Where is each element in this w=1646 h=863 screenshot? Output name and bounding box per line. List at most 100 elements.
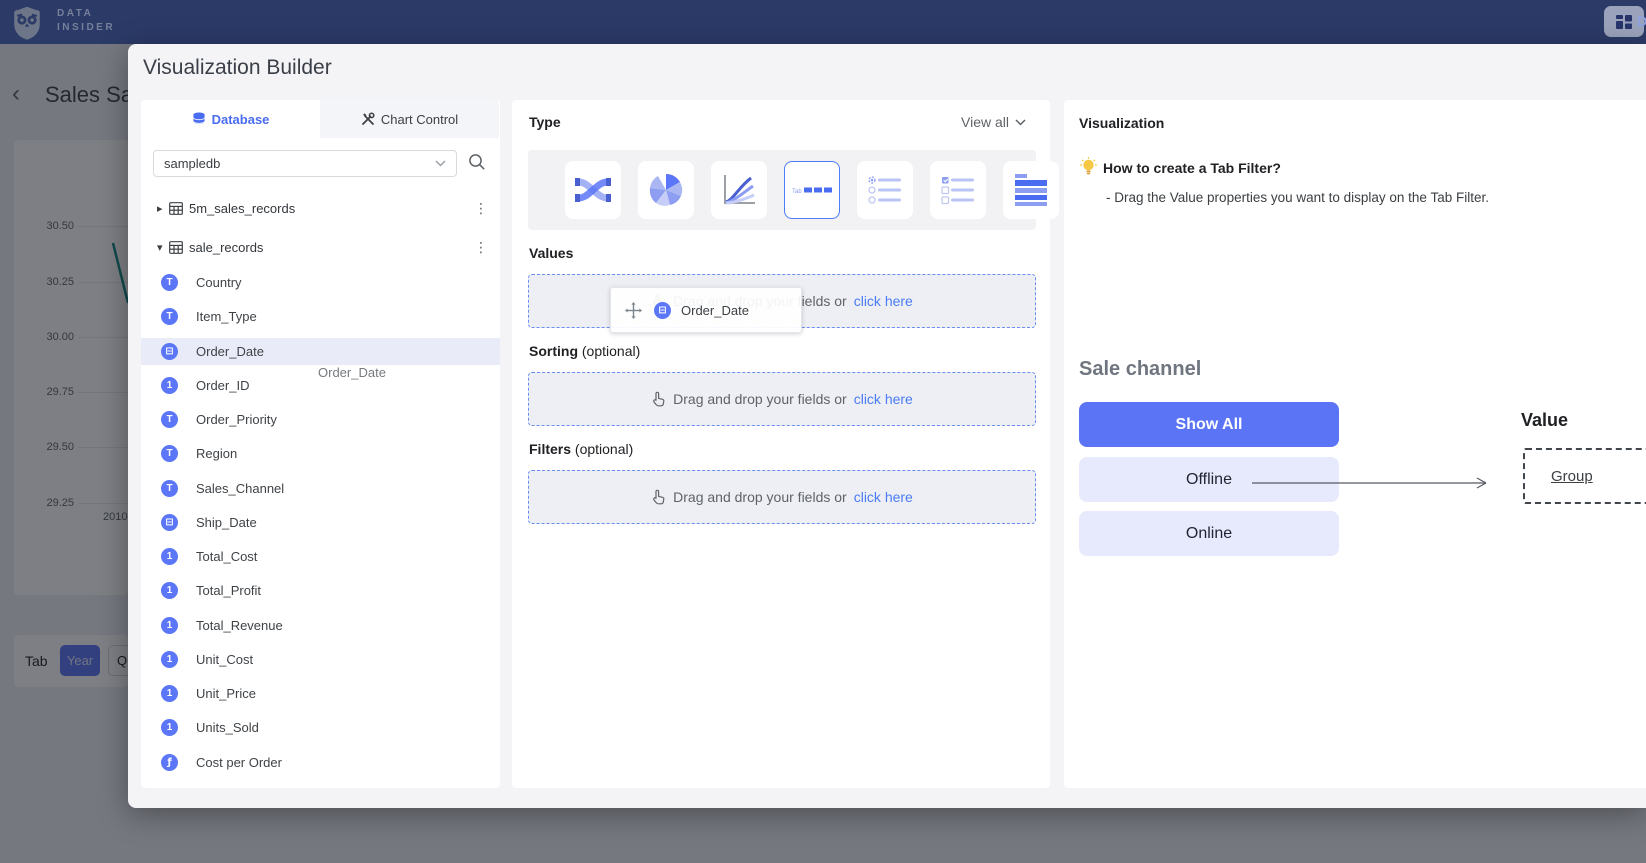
navbar-right-text[interactable]: D	[1637, 13, 1646, 29]
database-select[interactable]: sampledb	[153, 150, 457, 177]
number-field-icon: 1	[161, 617, 178, 634]
field-row-selected[interactable]: ⊟ Order_Date	[141, 338, 500, 365]
text-field-icon: T	[161, 445, 178, 462]
kebab-menu-icon[interactable]: ⋮	[474, 201, 488, 217]
click-here-link[interactable]: click here	[854, 489, 913, 505]
text-field-icon: T	[161, 411, 178, 428]
tab-option-show-all[interactable]: Show All	[1079, 402, 1339, 447]
chart-type-table[interactable]	[1003, 161, 1059, 219]
drag-ghost-label: Order_Date	[318, 365, 386, 380]
caret-down-icon[interactable]: ▾	[157, 241, 169, 254]
annotation-arrow	[1252, 475, 1497, 491]
sorting-section-label: Sorting (optional)	[529, 343, 640, 359]
view-all-button[interactable]: View all	[961, 114, 1026, 130]
tab-option-online[interactable]: Online	[1079, 511, 1339, 556]
number-field-icon: 1	[161, 548, 178, 565]
radio-filter-icon	[867, 174, 903, 206]
field-row[interactable]: T Region	[141, 440, 500, 467]
caret-right-icon[interactable]: ▸	[157, 202, 169, 215]
field-row[interactable]: T Sales_Channel	[141, 475, 500, 502]
date-field-icon: ⊟	[161, 514, 178, 531]
annotation-group-box: Group	[1523, 448, 1646, 504]
field-label: Unit_Price	[196, 686, 256, 701]
kebab-menu-icon[interactable]: ⋮	[474, 240, 488, 256]
tools-icon	[361, 112, 375, 126]
chart-config-panel: Type View all	[512, 100, 1050, 788]
table-row-5m-sales-records[interactable]: ▸ 5m_sales_records ⋮	[141, 195, 500, 222]
drag-hand-icon	[651, 489, 666, 505]
field-row[interactable]: 1 Unit_Price	[141, 680, 500, 707]
dropzone-placeholder: Drag and drop your fields or	[673, 489, 847, 505]
field-row[interactable]: 1 Units_Sold	[141, 714, 500, 741]
filters-dropzone[interactable]: Drag and drop your fields or click here	[528, 470, 1036, 524]
field-label: Units_Sold	[196, 720, 259, 735]
dropzone-placeholder: Drag and drop your fields or	[673, 391, 847, 407]
dashboard-layout-icon	[1615, 14, 1633, 30]
field-row[interactable]: 1 Total_Revenue	[141, 612, 500, 639]
field-label: Item_Type	[196, 309, 257, 324]
lightbulb-icon	[1080, 157, 1097, 177]
values-section-label: Values	[529, 245, 573, 261]
tab-chart-control[interactable]: Chart Control	[320, 100, 499, 138]
annotation-heading: Value	[1521, 410, 1568, 431]
date-field-icon: ⊟	[654, 302, 671, 319]
field-row[interactable]: 1 Unit_Cost	[141, 646, 500, 673]
filters-section-label: Filters (optional)	[529, 441, 633, 457]
chart-type-checkbox-filter[interactable]	[930, 161, 986, 219]
field-row[interactable]: ⊟ Ship_Date	[141, 509, 500, 536]
number-field-icon: 1	[161, 377, 178, 394]
field-row[interactable]: T Country	[141, 269, 500, 296]
text-field-icon: T	[161, 274, 178, 291]
chevron-down-icon	[1015, 119, 1026, 126]
tab-chart-control-label: Chart Control	[381, 112, 458, 127]
chart-type-radio-filter[interactable]	[857, 161, 913, 219]
group-link[interactable]: Group	[1551, 468, 1593, 485]
chevron-down-icon	[435, 160, 446, 167]
field-label: Unit_Cost	[196, 652, 253, 667]
search-icon[interactable]	[468, 153, 486, 171]
tab-database[interactable]: Database	[141, 100, 320, 138]
field-row[interactable]: T Order_Priority	[141, 406, 500, 433]
field-row[interactable]: T Item_Type	[141, 303, 500, 330]
field-label: Total_Profit	[196, 583, 261, 598]
svg-text:Tab: Tab	[792, 189, 802, 195]
field-row[interactable]: 1 Total_Profit	[141, 577, 500, 604]
date-field-icon: ⊟	[161, 343, 178, 360]
chip-label: Order_Date	[681, 303, 749, 318]
tab-database-label: Database	[212, 112, 270, 127]
table-name: sale_records	[189, 240, 263, 255]
field-label: Country	[196, 275, 242, 290]
visualization-builder-modal: Visualization Builder Database	[128, 44, 1646, 808]
owl-logo-icon	[9, 4, 45, 41]
field-label: Sales_Channel	[196, 481, 284, 496]
field-label: Total_Revenue	[196, 618, 283, 633]
chart-type-sankey[interactable]	[565, 161, 621, 219]
chart-type-tab-filter[interactable]: Tab	[784, 161, 840, 219]
number-field-icon: 1	[161, 651, 178, 668]
click-here-link[interactable]: click here	[854, 293, 913, 309]
chart-type-pie[interactable]	[638, 161, 694, 219]
line-chart-icon	[721, 173, 757, 207]
field-label: Region	[196, 446, 237, 461]
drag-hand-icon	[651, 391, 666, 407]
visualization-panel: Visualization How to create a Tab Filter…	[1064, 100, 1646, 788]
dragged-field-chip[interactable]: ⊟ Order_Date	[610, 287, 802, 333]
move-icon	[625, 302, 642, 319]
chart-type-line[interactable]	[711, 161, 767, 219]
hint-title: How to create a Tab Filter?	[1103, 160, 1281, 176]
table-chart-icon	[1013, 173, 1049, 207]
number-field-icon: 1	[161, 719, 178, 736]
field-row[interactable]: ƒ Cost per Order	[141, 749, 500, 776]
sorting-dropzone[interactable]: Drag and drop your fields or click here	[528, 372, 1036, 426]
click-here-link[interactable]: click here	[854, 391, 913, 407]
sankey-chart-icon	[574, 174, 612, 206]
table-row-sale-records[interactable]: ▾ sale_records ⋮	[141, 234, 500, 261]
table-name: 5m_sales_records	[189, 201, 295, 216]
field-label: Order_Priority	[196, 412, 277, 427]
database-panel: Database Chart Control sampledb	[141, 100, 500, 788]
function-field-icon: ƒ	[161, 754, 178, 771]
field-label: Ship_Date	[196, 515, 257, 530]
number-field-icon: 1	[161, 582, 178, 599]
field-label: Total_Cost	[196, 549, 257, 564]
field-row[interactable]: 1 Total_Cost	[141, 543, 500, 570]
